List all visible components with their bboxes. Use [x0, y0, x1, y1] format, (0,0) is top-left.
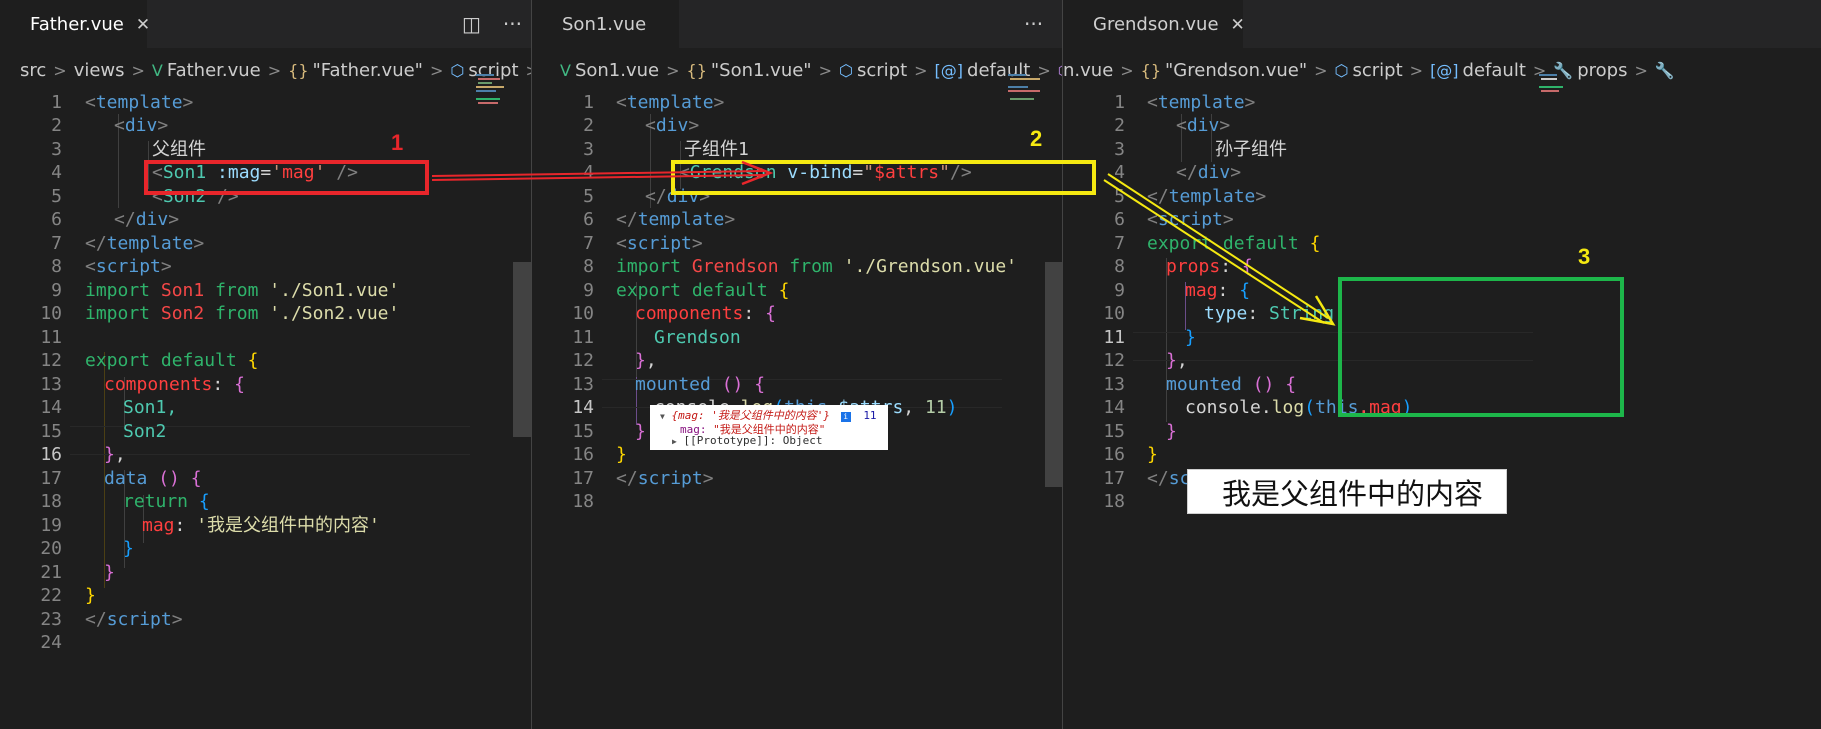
cube-icon: ⬡ [839, 60, 853, 80]
tab-actions: ◫ ··· [462, 0, 522, 48]
braces-icon: {} [288, 60, 309, 80]
breadcrumb-item[interactable]: n.vue [1063, 60, 1113, 81]
braces-icon: {} [686, 60, 707, 80]
breadcrumb-item[interactable]: Father.vue [167, 60, 261, 81]
breadcrumb-item[interactable]: script [857, 60, 907, 81]
annotation-label-3: 3 [1578, 244, 1591, 269]
tab-bar: Grendson.vue ✕ [1063, 0, 1821, 48]
close-icon[interactable]: ✕ [136, 15, 150, 35]
vue-icon: V [151, 60, 163, 80]
console-prototype[interactable]: [[Prototype]]: Object [683, 434, 822, 447]
breadcrumb-item[interactable]: props [1577, 60, 1627, 81]
tab-son1-vue[interactable]: Son1.vue [532, 0, 679, 48]
tab-bar: Father.vue ✕ ◫ ··· [0, 0, 531, 48]
breadcrumb-item[interactable]: "Grendson.vue" [1165, 60, 1307, 81]
split-editor-icon[interactable]: ◫ [462, 12, 481, 36]
breadcrumb-item[interactable]: views [74, 60, 125, 81]
breadcrumb-item[interactable]: Son1.vue [575, 60, 659, 81]
breadcrumb-item[interactable]: "Son1.vue" [711, 60, 812, 81]
tab-bar: Son1.vue ··· [532, 0, 1062, 48]
vue-icon: V [560, 60, 571, 80]
cube-icon: ⬡ [1334, 60, 1349, 80]
object-icon: [@] [1430, 60, 1459, 80]
breadcrumb: n.vue > {} "Grendson.vue" > ⬡ script > [@] def… [1063, 59, 1675, 81]
console-result-text: 我是父组件中的内容 [1222, 476, 1484, 511]
console-output-popup: ▼ {mag: '我是父组件中的内容'} i 11 mag: "我是父组件中的内… [650, 405, 888, 450]
tab-grendson-vue[interactable]: Grendson.vue ✕ [1063, 0, 1245, 48]
object-icon: [@] [934, 60, 964, 80]
editor-pane-father: Father.vue ✕ ◫ ··· src > views > V Father.v… [0, 0, 531, 729]
annotation-box-2 [671, 160, 1096, 195]
annotation-label-1: 1 [391, 130, 404, 155]
breadcrumb-item[interactable]: default [1463, 60, 1526, 81]
annotation-box-3 [1338, 277, 1624, 417]
tab-label: Grendson.vue [1093, 14, 1219, 35]
breadcrumb: src > views > V Father.vue > {} "Father.vue" >… [20, 59, 531, 81]
more-actions-icon[interactable]: ··· [503, 12, 522, 36]
more-actions-icon[interactable]: ··· [1024, 12, 1043, 36]
breadcrumb-item[interactable]: script [1352, 60, 1402, 81]
console-result-box: 我是父组件中的内容 [1187, 469, 1507, 514]
info-icon: i [840, 412, 851, 422]
annotation-label-2: 2 [1030, 126, 1043, 151]
breadcrumb-item[interactable]: "Father.vue" [313, 60, 423, 81]
tab-actions: ··· [1024, 0, 1043, 48]
braces-icon: {} [1140, 60, 1162, 80]
wrench-icon: 🔧 [1654, 60, 1675, 80]
cube-icon: ⬡ [450, 60, 465, 80]
editor-pane-son1: Son1.vue ··· V Son1.vue > {} "Son1.vue" > ⬡ s… [532, 0, 1062, 729]
tab-label: Son1.vue [562, 14, 647, 35]
breadcrumb: V Son1.vue > {} "Son1.vue" > ⬡ script > [@] def… [532, 48, 1062, 92]
breadcrumb-item[interactable]: src [20, 60, 46, 81]
annotation-box-1 [144, 160, 429, 195]
tab-label: Father.vue [30, 14, 124, 35]
close-icon[interactable]: ✕ [1231, 15, 1245, 35]
tab-father-vue[interactable]: Father.vue ✕ [0, 0, 150, 48]
console-line-number: 11 [863, 409, 877, 422]
